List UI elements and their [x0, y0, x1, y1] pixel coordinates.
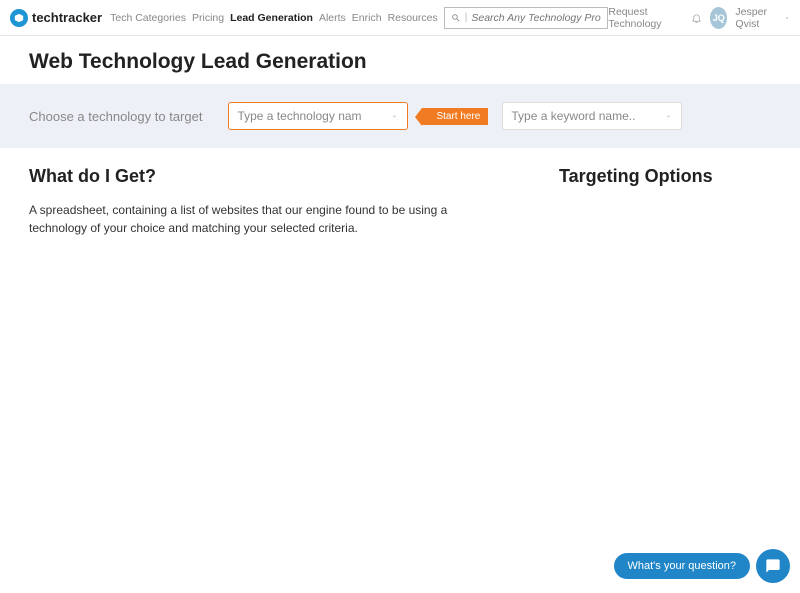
nav-alerts[interactable]: Alerts: [319, 12, 346, 24]
nav-pricing[interactable]: Pricing: [192, 12, 224, 24]
nav-resources[interactable]: Resources: [388, 12, 438, 24]
logo-icon: [10, 9, 28, 27]
title-row: Web Technology Lead Generation: [0, 36, 800, 84]
main-nav: Tech Categories Pricing Lead Generation …: [110, 12, 438, 24]
filter-bar: Choose a technology to target Type a tec…: [0, 84, 800, 148]
nav-enrich[interactable]: Enrich: [352, 12, 382, 24]
what-do-i-get-body: A spreadsheet, containing a list of webs…: [29, 201, 499, 237]
main-content: What do I Get? A spreadsheet, containing…: [0, 148, 800, 255]
nav-tech-categories[interactable]: Tech Categories: [110, 12, 186, 24]
filter-label: Choose a technology to target: [29, 109, 202, 124]
search-icon: [451, 13, 461, 23]
global-search[interactable]: |: [444, 7, 609, 29]
logo-text: techtracker: [32, 10, 102, 25]
top-header: techtracker Tech Categories Pricing Lead…: [0, 0, 800, 36]
keyword-select[interactable]: Type a keyword name..: [502, 102, 682, 130]
what-do-i-get-section: What do I Get? A spreadsheet, containing…: [29, 166, 499, 237]
targeting-options-title: Targeting Options: [559, 166, 759, 187]
page-title: Web Technology Lead Generation: [29, 50, 771, 74]
chevron-down-icon: [784, 14, 790, 22]
search-separator: |: [465, 12, 468, 23]
chat-button[interactable]: [756, 549, 790, 583]
keyword-select-placeholder: Type a keyword name..: [511, 109, 635, 123]
avatar[interactable]: JQ: [710, 7, 727, 29]
targeting-options-section: Targeting Options: [559, 166, 759, 237]
bell-icon[interactable]: [691, 11, 702, 25]
user-menu[interactable]: Jesper Qvist: [735, 6, 790, 30]
nav-lead-generation[interactable]: Lead Generation: [230, 12, 313, 24]
chevron-down-icon: [390, 112, 399, 121]
search-input[interactable]: [471, 12, 601, 24]
chat-question-pill[interactable]: What's your question?: [614, 553, 751, 579]
chat-icon: [765, 558, 781, 574]
user-name-label: Jesper Qvist: [735, 6, 780, 30]
logo[interactable]: techtracker: [10, 9, 102, 27]
technology-select[interactable]: Type a technology nam: [228, 102, 408, 130]
start-here-badge: Start here: [422, 108, 488, 125]
header-right: Request Technology JQ Jesper Qvist: [608, 6, 790, 30]
chat-widget: What's your question?: [614, 549, 791, 583]
technology-select-placeholder: Type a technology nam: [237, 109, 361, 123]
what-do-i-get-title: What do I Get?: [29, 166, 499, 187]
request-technology-link[interactable]: Request Technology: [608, 6, 683, 30]
chevron-down-icon: [664, 112, 673, 121]
